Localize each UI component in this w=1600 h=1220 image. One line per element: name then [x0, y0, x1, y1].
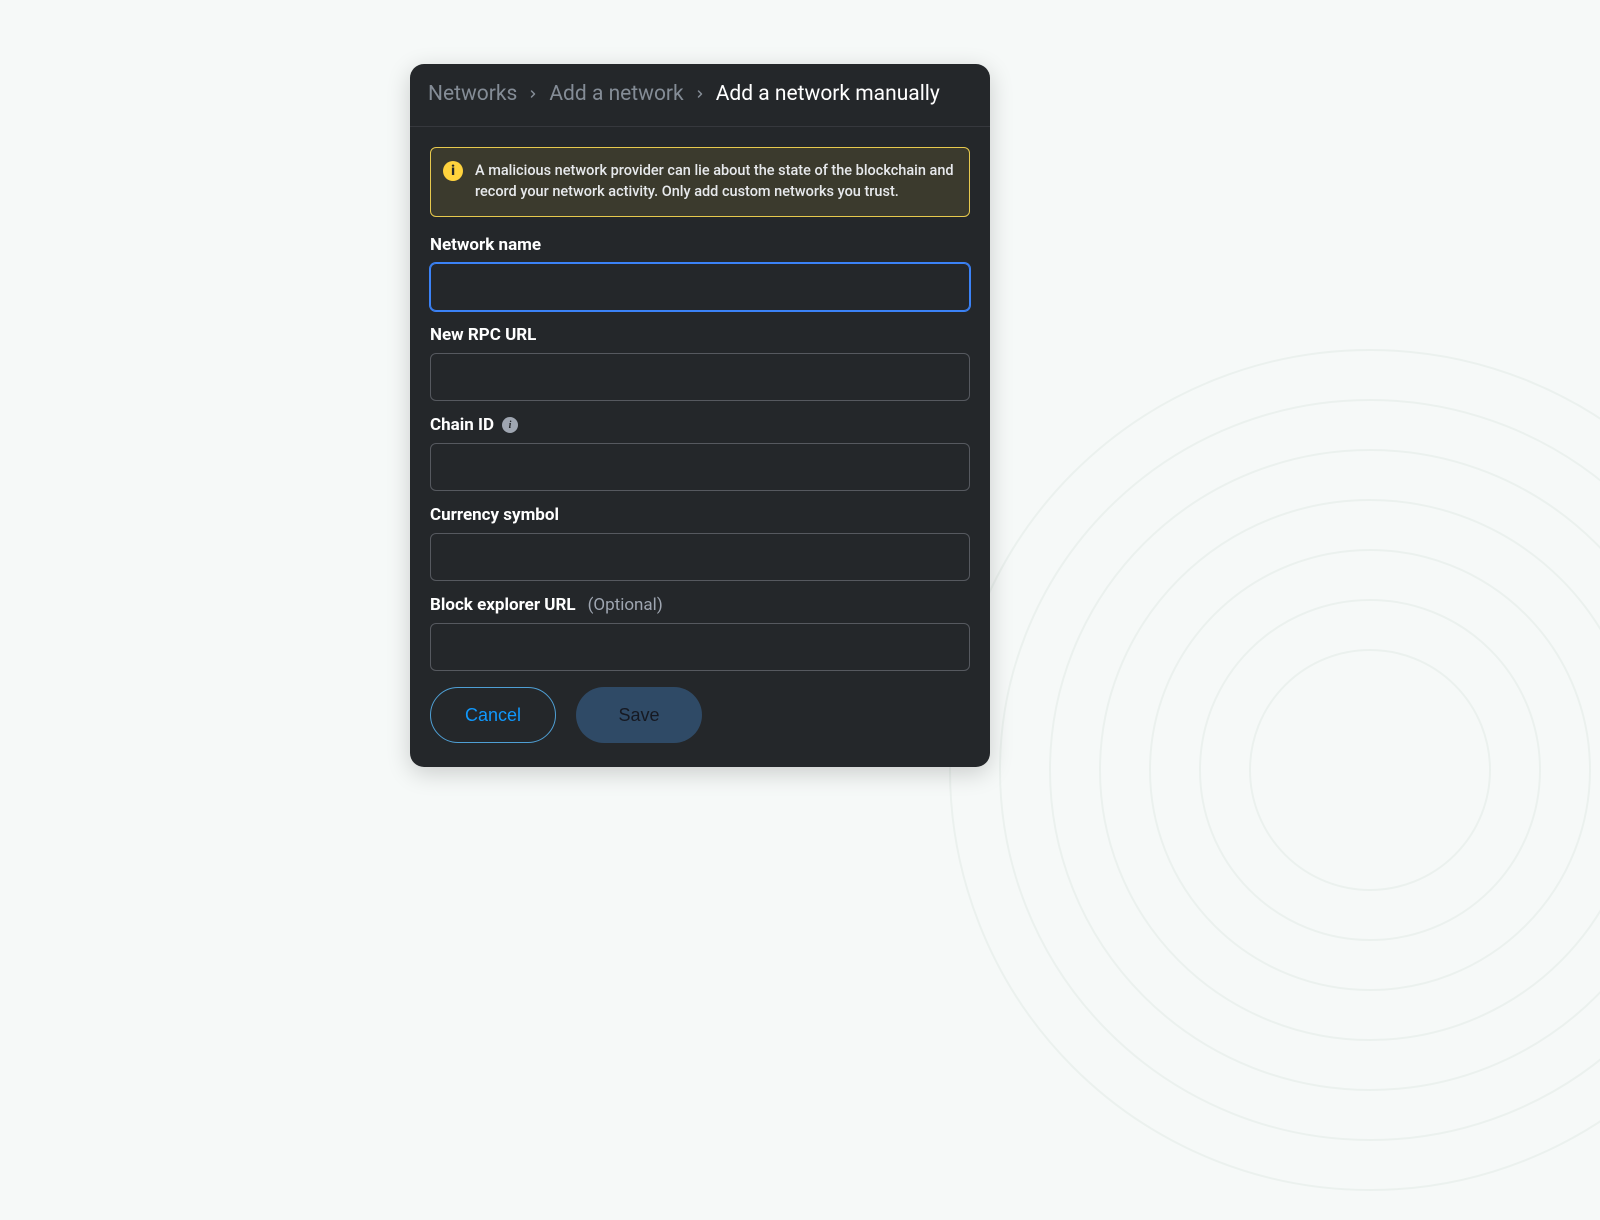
- field-network-name: Network name: [430, 235, 970, 311]
- label-network-name: Network name: [430, 235, 970, 255]
- warning-text: A malicious network provider can lie abo…: [475, 160, 955, 202]
- field-currency-symbol: Currency symbol: [430, 505, 970, 581]
- breadcrumb-networks[interactable]: Networks: [428, 82, 517, 106]
- save-button[interactable]: Save: [576, 687, 702, 743]
- chain-id-info-icon[interactable]: i: [502, 417, 518, 433]
- label-currency-symbol: Currency symbol: [430, 505, 970, 525]
- warning-banner: i A malicious network provider can lie a…: [430, 147, 970, 217]
- network-name-input[interactable]: [430, 263, 970, 311]
- chain-id-input[interactable]: [430, 443, 970, 491]
- action-row: Cancel Save: [430, 687, 970, 743]
- block-explorer-input[interactable]: [430, 623, 970, 671]
- chevron-right-icon: [527, 88, 539, 100]
- currency-symbol-input[interactable]: [430, 533, 970, 581]
- label-optional: (Optional): [588, 595, 663, 615]
- field-chain-id: Chain ID i: [430, 415, 970, 491]
- label-rpc-url: New RPC URL: [430, 325, 970, 345]
- breadcrumb-add-network[interactable]: Add a network: [549, 82, 683, 106]
- field-rpc-url: New RPC URL: [430, 325, 970, 401]
- rpc-url-input[interactable]: [430, 353, 970, 401]
- breadcrumb: Networks Add a network Add a network man…: [410, 64, 990, 127]
- panel-body: i A malicious network provider can lie a…: [410, 127, 990, 767]
- field-block-explorer: Block explorer URL (Optional): [430, 595, 970, 671]
- chevron-right-icon: [694, 88, 706, 100]
- cancel-button[interactable]: Cancel: [430, 687, 556, 743]
- breadcrumb-current: Add a network manually: [716, 82, 940, 106]
- add-network-panel: Networks Add a network Add a network man…: [410, 64, 990, 767]
- info-icon: i: [443, 161, 463, 181]
- label-chain-id: Chain ID: [430, 415, 494, 435]
- label-block-explorer: Block explorer URL: [430, 595, 576, 615]
- background-decor: [920, 320, 1600, 1220]
